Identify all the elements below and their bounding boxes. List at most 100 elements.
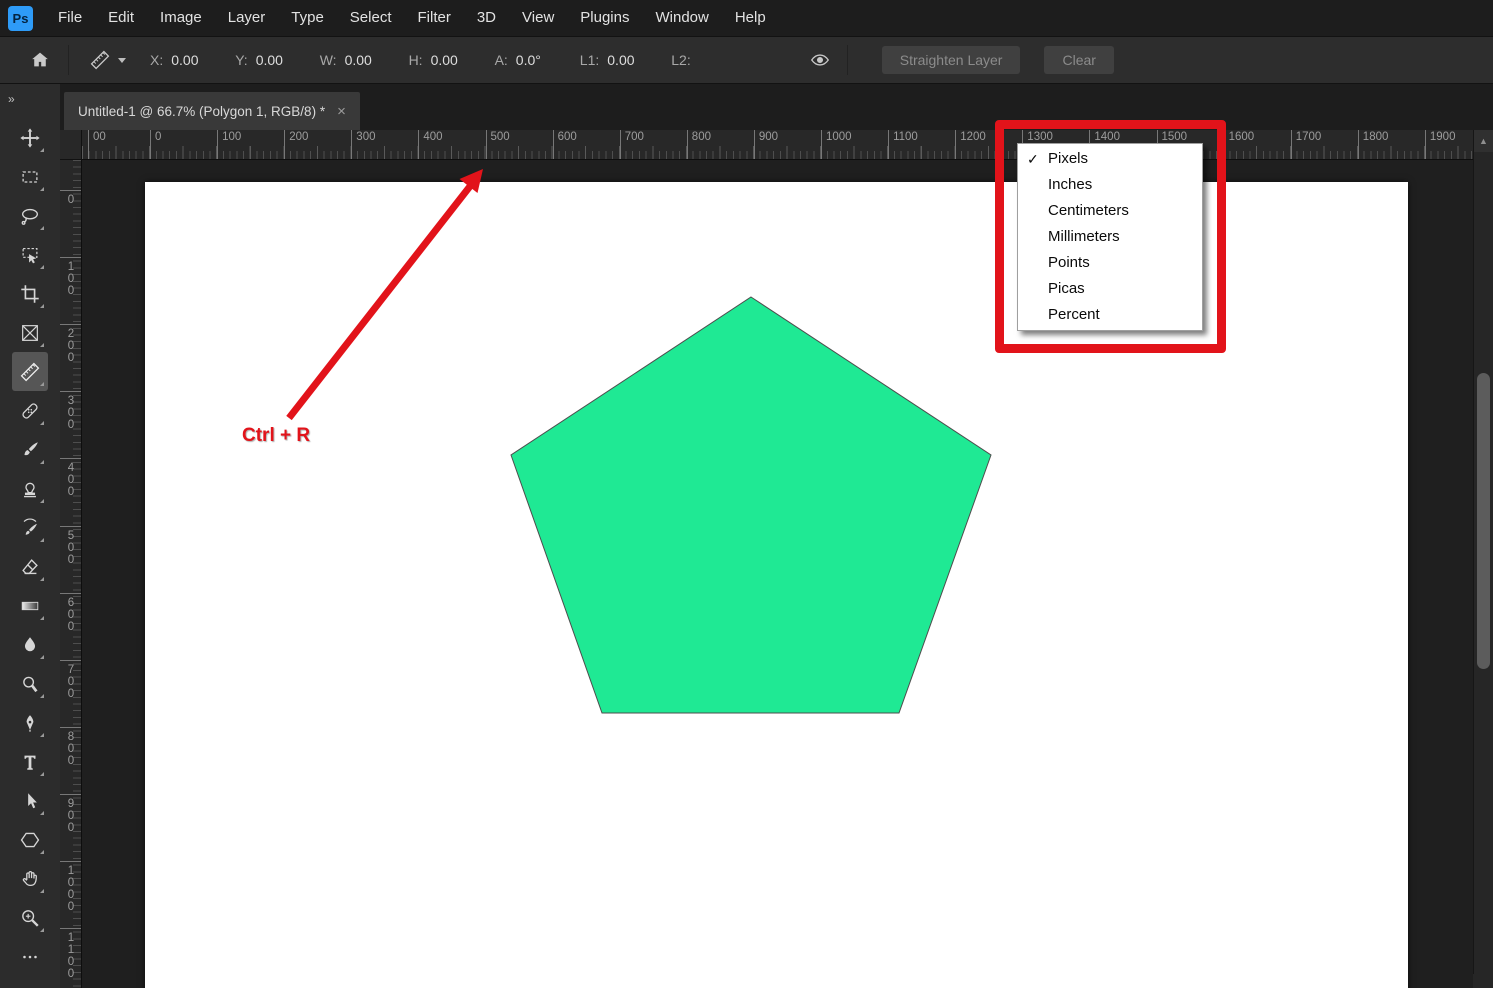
toolbar-collapse-button[interactable]: » — [0, 84, 60, 108]
history-brush-tool[interactable] — [12, 508, 48, 547]
eraser-tool-icon — [19, 556, 41, 578]
menu-item-layer[interactable]: Layer — [215, 0, 279, 36]
spot-healing-brush-tool[interactable] — [12, 391, 48, 430]
rectangular-marquee-tool-icon — [19, 166, 41, 188]
type-tool-icon — [19, 751, 41, 773]
tool-preset-picker[interactable] — [79, 49, 136, 71]
readout-label: X: — [150, 52, 163, 68]
unit-option-inches[interactable]: Inches — [1018, 172, 1202, 198]
readout-label: L2: — [671, 52, 690, 68]
straighten-layer-button[interactable]: Straighten Layer — [882, 46, 1021, 74]
pentagon-shape[interactable] — [511, 297, 991, 713]
menu-item-type[interactable]: Type — [278, 0, 337, 36]
menu-item-filter[interactable]: Filter — [405, 0, 464, 36]
h-ruler-label: 1200 — [955, 130, 986, 160]
h-ruler-label: 600 — [553, 130, 577, 160]
menu-item-window[interactable]: Window — [642, 0, 721, 36]
readout-y: Y:0.00 — [235, 52, 297, 68]
home-button[interactable] — [22, 49, 58, 71]
unit-option-picas[interactable]: Picas — [1018, 276, 1202, 302]
v-ruler-label: 900 — [60, 794, 82, 834]
vertical-ruler[interactable]: 010020030040050060070080090010001100 — [60, 160, 82, 988]
document-tab-title: Untitled-1 @ 66.7% (Polygon 1, RGB/8) * — [78, 104, 325, 119]
ruler-units-context-menu: Pixels✓InchesCentimetersMillimetersPoint… — [1017, 143, 1203, 331]
hand-tool[interactable] — [12, 859, 48, 898]
move-tool[interactable] — [12, 118, 48, 157]
v-ruler-label: 200 — [60, 324, 82, 364]
divider — [68, 45, 69, 75]
readout-value: 0.00 — [171, 52, 213, 68]
ruler-corner[interactable] — [60, 130, 82, 160]
document-tab[interactable]: Untitled-1 @ 66.7% (Polygon 1, RGB/8) * … — [64, 92, 360, 130]
document-viewport[interactable] — [82, 160, 1473, 988]
scroll-up-icon[interactable]: ▲ — [1474, 130, 1493, 152]
unit-option-points[interactable]: Points — [1018, 250, 1202, 276]
shape-tool[interactable] — [12, 820, 48, 859]
menu-item-select[interactable]: Select — [337, 0, 405, 36]
zoom-tool-icon — [19, 907, 41, 929]
readout-w: W: 0.00 — [320, 52, 387, 68]
vertical-scrollbar[interactable]: ▲ — [1473, 130, 1493, 974]
brush-tool[interactable] — [12, 430, 48, 469]
scrollbar-thumb[interactable] — [1477, 373, 1490, 669]
readout-a: A:0.0° — [495, 52, 558, 68]
clear-button[interactable]: Clear — [1044, 46, 1113, 74]
measurement-eye-icon — [809, 49, 831, 71]
frame-tool[interactable] — [12, 313, 48, 352]
unit-option-percent[interactable]: Percent — [1018, 302, 1202, 328]
path-selection-tool-icon — [19, 790, 41, 812]
options-bar: X:0.00Y:0.00W:0.00H:0.00A:0.0°L1:0.00L2:… — [0, 36, 1493, 84]
menu-item-plugins[interactable]: Plugins — [567, 0, 642, 36]
canvas-area: 0001002003004005006007008009001000110012… — [60, 130, 1493, 988]
pen-tool-icon — [19, 712, 41, 734]
ruler-tool-icon — [19, 361, 41, 383]
tool-list — [0, 118, 60, 976]
horizontal-ruler[interactable]: 0001002003004005006007008009001000110012… — [82, 130, 1473, 160]
path-selection-tool[interactable] — [12, 781, 48, 820]
lasso-tool[interactable] — [12, 196, 48, 235]
type-tool[interactable] — [12, 742, 48, 781]
h-ruler-label: 500 — [486, 130, 510, 160]
v-ruler-label: 700 — [60, 660, 82, 700]
menu-item-edit[interactable]: Edit — [95, 0, 147, 36]
zoom-tool[interactable] — [12, 898, 48, 937]
v-ruler-label: 400 — [60, 458, 82, 498]
object-selection-tool[interactable] — [12, 235, 48, 274]
measurement-readouts: X:0.00Y:0.00W:0.00H:0.00A:0.0°L1:0.00L2: — [150, 52, 763, 68]
more-tools[interactable] — [12, 937, 48, 976]
readout-label: A: — [495, 52, 508, 68]
pen-tool[interactable] — [12, 703, 48, 742]
clone-stamp-tool[interactable] — [12, 469, 48, 508]
blur-tool-icon — [19, 634, 41, 656]
document-canvas[interactable] — [145, 182, 1408, 988]
v-ruler-label: 100 — [60, 257, 82, 297]
shape-tool-icon — [19, 829, 41, 851]
gradient-tool[interactable] — [12, 586, 48, 625]
menu-item-view[interactable]: View — [509, 0, 567, 36]
menu-item-help[interactable]: Help — [722, 0, 779, 36]
dodge-tool[interactable] — [12, 664, 48, 703]
blur-tool[interactable] — [12, 625, 48, 664]
menu-item-3d[interactable]: 3D — [464, 0, 509, 36]
crop-tool[interactable] — [12, 274, 48, 313]
h-ruler-label: 400 — [418, 130, 442, 160]
unit-option-centimeters[interactable]: Centimeters — [1018, 198, 1202, 224]
eraser-tool[interactable] — [12, 547, 48, 586]
chevron-down-icon — [118, 58, 126, 63]
ruler-tool[interactable] — [12, 352, 48, 391]
measurement-scale-button[interactable] — [809, 49, 831, 71]
h-ruler-label: 100 — [217, 130, 241, 160]
readout-value: 0.00 — [345, 52, 387, 68]
readout-label: W: — [320, 52, 337, 68]
rectangular-marquee-tool[interactable] — [12, 157, 48, 196]
scrollbar-corner — [1473, 974, 1493, 988]
v-ruler-label: 500 — [60, 526, 82, 566]
unit-option-pixels[interactable]: Pixels✓ — [1018, 146, 1202, 172]
close-icon[interactable]: × — [337, 103, 346, 120]
menu-item-image[interactable]: Image — [147, 0, 215, 36]
menu-item-file[interactable]: File — [45, 0, 95, 36]
readout-l1: L1:0.00 — [580, 52, 649, 68]
h-ruler-label: 300 — [351, 130, 375, 160]
unit-option-millimeters[interactable]: Millimeters — [1018, 224, 1202, 250]
v-ruler-label: 800 — [60, 727, 82, 767]
